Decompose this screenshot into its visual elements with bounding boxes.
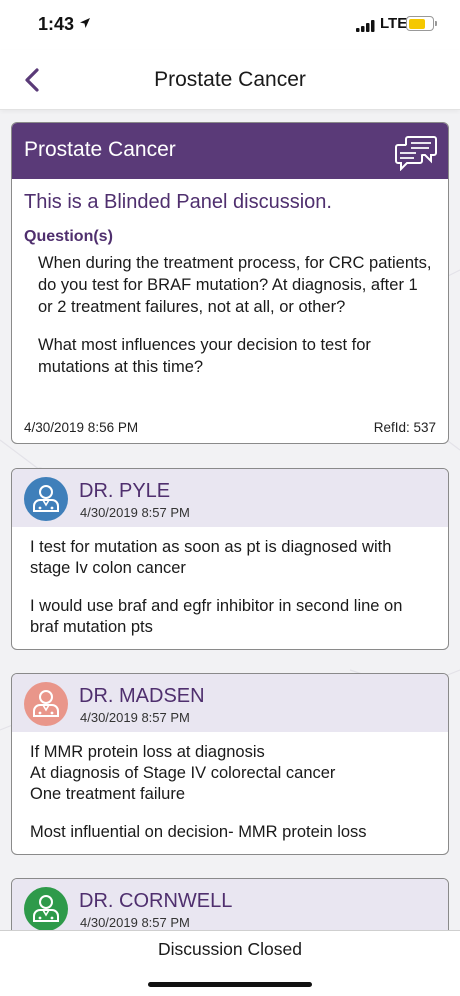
response-card: DR. CORNWELL 4/30/2019 8:57 PM [11,878,449,930]
response-header: DR. CORNWELL 4/30/2019 8:57 PM [12,879,448,930]
doctor-name: DR. PYLE [79,480,171,502]
status-time: 1:43 [38,14,75,34]
response-timestamp: 4/30/2019 8:57 PM [80,710,190,725]
question-text: What most influences your decision to te… [38,336,371,376]
topic-header: Prostate Cancer [12,123,448,179]
doctor-name: DR. CORNWELL [79,890,233,912]
doctor-avatar-icon [33,485,59,512]
doctor-avatar-icon [33,895,59,922]
topic-timestamp: 4/30/2019 8:56 PM [24,420,139,435]
response-body: I test for mutation as soon as pt is dia… [12,527,448,638]
response-timestamp: 4/30/2019 8:57 PM [80,505,190,520]
topic-footer: 4/30/2019 8:56 PM RefId: 537 [24,420,436,435]
doctor-name: DR. MADSEN [79,685,205,707]
chat-bubbles-icon[interactable] [394,133,438,171]
signal-icon [356,20,375,32]
location-arrow-icon [80,18,90,28]
status-bar: 1:43 LTE [0,0,460,50]
response-header: DR. PYLE 4/30/2019 8:57 PM [12,469,448,527]
discussion-closed-label: Discussion Closed [158,939,302,959]
blinded-panel-notice: This is a Blinded Panel discussion. [24,191,332,213]
response-card: DR. MADSEN 4/30/2019 8:57 PM If MMR prot… [11,673,449,855]
topic-card: Prostate Cancer This is a Blinded Panel … [11,122,449,444]
response-paragraph: Most influential on decision- MMR protei… [30,823,367,841]
home-indicator[interactable] [148,982,312,987]
avatar [24,887,68,930]
response-timestamp: 4/30/2019 8:57 PM [80,915,190,930]
response-body: If MMR protein loss at diagnosis At diag… [12,732,448,843]
bottom-bar: Discussion Closed [0,930,460,996]
navigation-bar: Prostate Cancer [0,50,460,110]
avatar [24,477,68,521]
page-title: Prostate Cancer [154,68,306,91]
question-text: When during the treatment process, for C… [38,254,432,316]
discussion-content[interactable]: Prostate Cancer This is a Blinded Panel … [0,110,460,930]
response-header: DR. MADSEN 4/30/2019 8:57 PM [12,674,448,732]
topic-title: Prostate Cancer [24,138,176,161]
battery-icon [406,16,434,31]
network-type: LTE [380,15,408,32]
response-paragraph: I would use braf and egfr inhibitor in s… [30,597,403,636]
questions-label: Question(s) [24,228,113,245]
response-paragraph: I test for mutation as soon as pt is dia… [30,538,392,577]
avatar [24,682,68,726]
doctor-avatar-icon [33,690,59,717]
response-paragraph: If MMR protein loss at diagnosis At diag… [30,743,336,803]
response-card: DR. PYLE 4/30/2019 8:57 PM I test for mu… [11,468,449,650]
ref-id: RefId: 537 [373,420,436,435]
